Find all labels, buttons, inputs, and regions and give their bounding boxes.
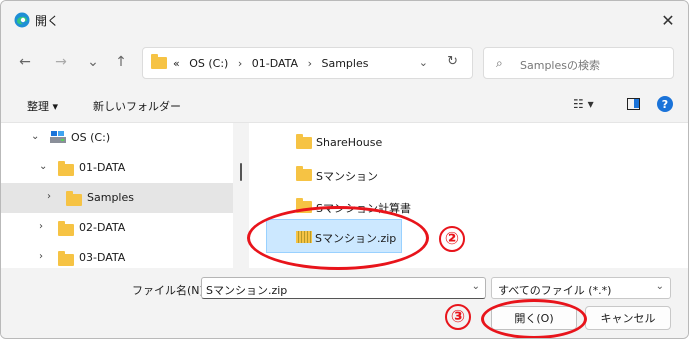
chevron-down-icon: ⌄ bbox=[87, 54, 99, 70]
tree-item-samples[interactable]: › Samples bbox=[1, 183, 233, 213]
folder-icon bbox=[151, 54, 167, 69]
drive-icon bbox=[50, 131, 66, 143]
tree-item-02-data[interactable]: › 02-DATA bbox=[1, 213, 233, 243]
chevron-down-icon[interactable]: ⌄ bbox=[472, 281, 480, 292]
navigation-pane: ⌄ OS (C:) ⌄ 01-DATA › Samples › 02-DATA … bbox=[1, 123, 233, 268]
chevron-down-icon[interactable]: ⌄ bbox=[39, 161, 47, 172]
tree-item-label: Samples bbox=[87, 191, 134, 204]
forward-button[interactable]: → bbox=[51, 52, 71, 72]
close-icon: ✕ bbox=[661, 10, 675, 30]
filename-input[interactable]: Sマンション.zip ⌄ bbox=[201, 277, 486, 299]
breadcrumb-separator-icon: › bbox=[237, 57, 243, 70]
organize-menu[interactable]: 整理 ▾ bbox=[27, 98, 58, 114]
tree-item-label: OS (C:) bbox=[71, 131, 111, 144]
chevron-right-icon[interactable]: › bbox=[39, 221, 43, 232]
breadcrumb: « OS (C:) › 01-DATA › Samples bbox=[173, 57, 374, 70]
annotation-step-2: ② bbox=[439, 226, 465, 252]
folder-icon bbox=[58, 251, 74, 266]
refresh-icon[interactable]: ↻ bbox=[447, 54, 458, 69]
view-options-icon[interactable]: ☷ ▾ bbox=[573, 97, 594, 111]
annotation-ellipse-open bbox=[481, 299, 587, 338]
up-arrow-icon: ↑ bbox=[115, 54, 127, 70]
splitter-grip[interactable] bbox=[240, 163, 242, 181]
chevron-right-icon[interactable]: › bbox=[39, 251, 43, 262]
dialog-footer: ファイル名(N): Sマンション.zip ⌄ すべてのファイル (*.*) ⌄ … bbox=[1, 268, 688, 338]
filename-label: ファイル名(N): bbox=[132, 284, 208, 297]
preview-pane-icon[interactable] bbox=[627, 98, 640, 110]
search-icon: ⌕ bbox=[496, 56, 503, 70]
address-dropdown-icon[interactable]: ⌄ bbox=[419, 56, 428, 69]
file-item-sharehouse[interactable]: ShareHouse bbox=[296, 132, 436, 154]
help-glyph: ? bbox=[661, 97, 669, 111]
new-folder-button[interactable]: 新しいフォルダー bbox=[93, 98, 181, 114]
tree-item-label: 01-DATA bbox=[79, 161, 126, 174]
breadcrumb-item-01-data[interactable]: 01-DATA bbox=[252, 57, 298, 70]
title-bar: 開く ✕ bbox=[1, 1, 688, 39]
recent-locations-button[interactable]: ⌄ bbox=[83, 52, 103, 72]
chevron-down-icon: ⌄ bbox=[655, 281, 664, 292]
breadcrumb-item-os[interactable]: OS (C:) bbox=[189, 57, 228, 70]
forward-arrow-icon: → bbox=[55, 54, 67, 70]
search-box[interactable]: ⌕ Samplesの検索 bbox=[483, 47, 674, 79]
tree-item-os[interactable]: ⌄ OS (C:) bbox=[1, 123, 233, 153]
tree-item-01-data[interactable]: ⌄ 01-DATA bbox=[1, 153, 233, 183]
folder-icon bbox=[66, 191, 82, 206]
back-arrow-icon: ← bbox=[19, 54, 31, 70]
chevron-right-icon[interactable]: › bbox=[47, 191, 51, 202]
back-button[interactable]: ← bbox=[15, 52, 35, 72]
file-name: ShareHouse bbox=[316, 136, 383, 149]
tree-item-label: 03-DATA bbox=[79, 251, 126, 264]
open-file-dialog: 開く ✕ ← → ⌄ ↑ « OS (C:) › 01-DATA › Sampl… bbox=[0, 0, 689, 339]
filename-value: Sマンション.zip bbox=[206, 284, 288, 297]
filetype-value: すべてのファイル (*.*) bbox=[498, 284, 612, 297]
folder-icon bbox=[58, 161, 74, 176]
window-title: 開く bbox=[35, 14, 60, 28]
tree-item-label: 02-DATA bbox=[79, 221, 126, 234]
file-item-s-mansion[interactable]: Sマンション bbox=[296, 164, 436, 186]
chevron-down-icon[interactable]: ⌄ bbox=[31, 131, 39, 142]
file-name: Sマンション bbox=[316, 170, 378, 183]
breadcrumb-separator-icon: › bbox=[307, 57, 312, 70]
folder-icon bbox=[296, 166, 312, 181]
annotation-step-3: ③ bbox=[445, 304, 471, 330]
up-button[interactable]: ↑ bbox=[111, 52, 131, 72]
pane-splitter[interactable] bbox=[233, 123, 249, 268]
address-bar[interactable]: « OS (C:) › 01-DATA › Samples ⌄ ↻ bbox=[142, 47, 473, 79]
cancel-button[interactable]: キャンセル bbox=[585, 306, 671, 330]
command-toolbar: 整理 ▾ 新しいフォルダー ☷ ▾ ? bbox=[1, 87, 688, 123]
filetype-select[interactable]: すべてのファイル (*.*) ⌄ bbox=[491, 277, 671, 299]
edge-app-icon bbox=[14, 12, 30, 28]
close-button[interactable]: ✕ bbox=[646, 1, 688, 39]
help-icon[interactable]: ? bbox=[657, 96, 673, 112]
annotation-ellipse-zip bbox=[247, 206, 429, 270]
folder-icon bbox=[296, 134, 312, 149]
folder-icon bbox=[58, 221, 74, 236]
search-placeholder: Samplesの検索 bbox=[520, 59, 600, 72]
navigation-bar: ← → ⌄ ↑ « OS (C:) › 01-DATA › Samples ⌄ … bbox=[1, 39, 688, 87]
breadcrumb-overflow[interactable]: « bbox=[173, 57, 180, 70]
breadcrumb-item-samples[interactable]: Samples bbox=[321, 57, 368, 70]
